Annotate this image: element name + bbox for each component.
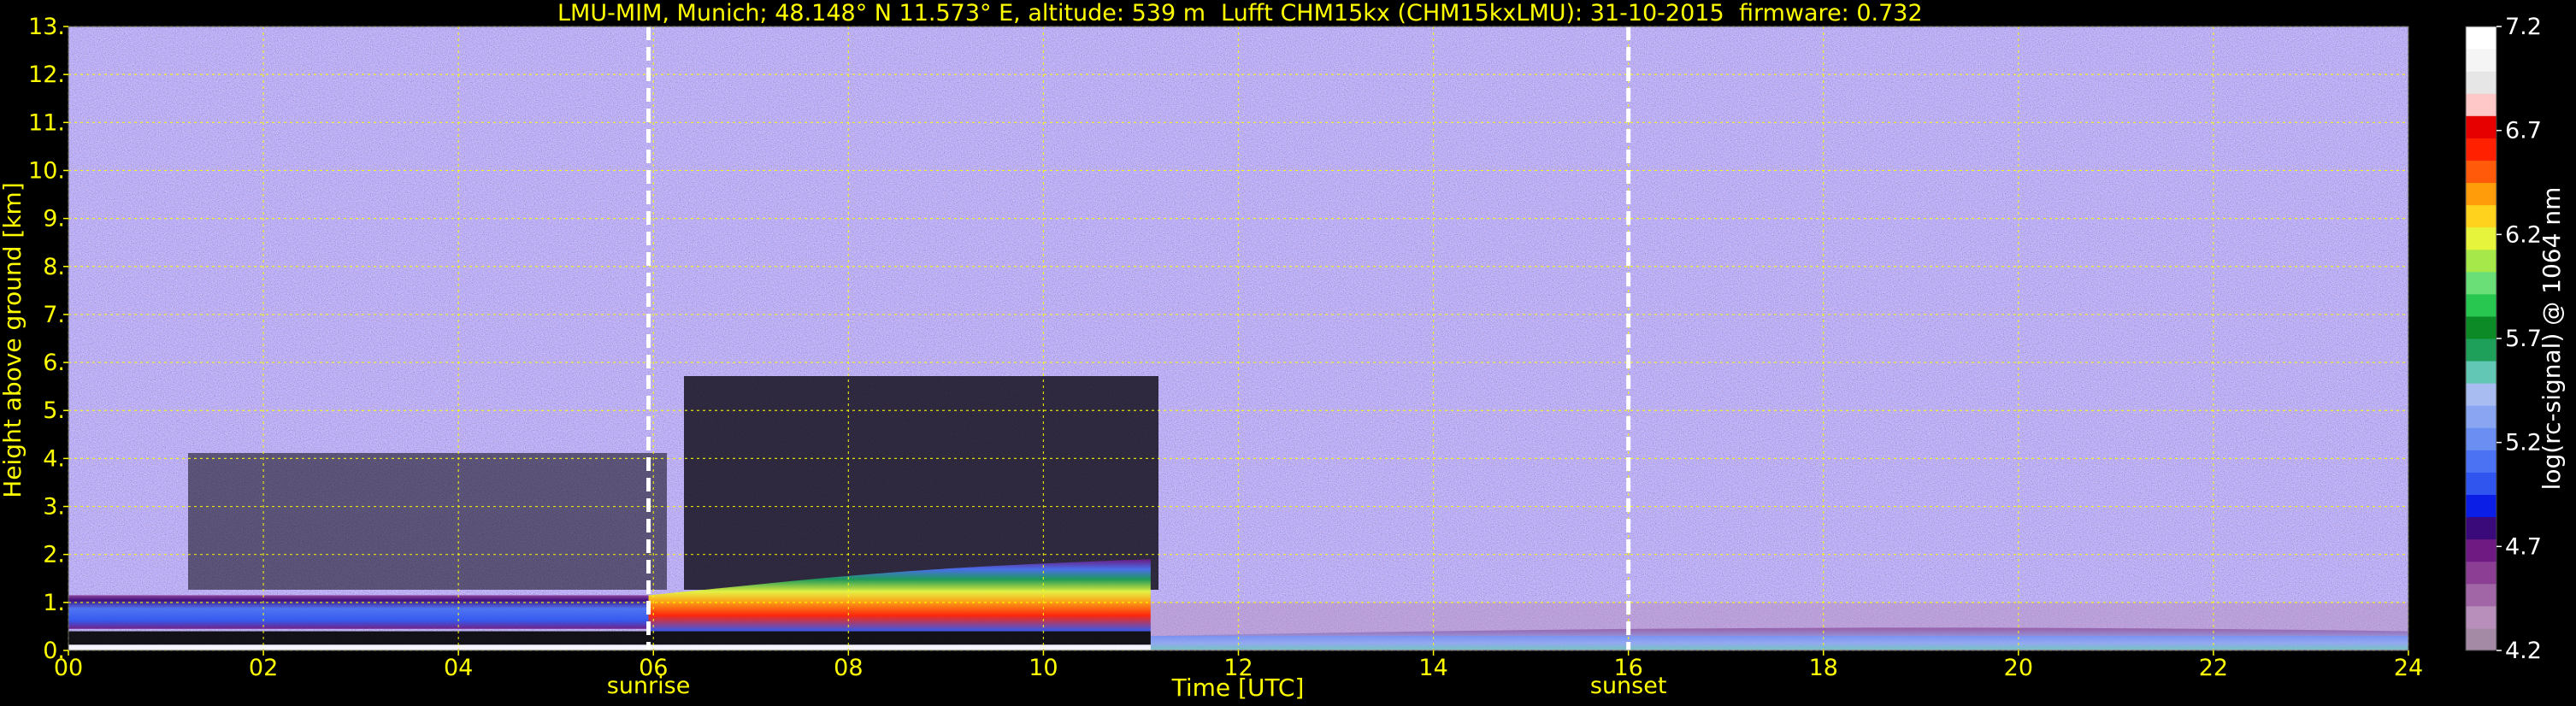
colorbar-cell xyxy=(2466,472,2496,495)
colorbar: 4.2 4.7 5.2 5.7 6.2 6.7 7.2 log(rc-signal) @ 1… xyxy=(2465,14,2566,664)
feature-0 xyxy=(68,595,649,629)
colorbar-cell xyxy=(2466,338,2496,362)
y-tick-label: 2. xyxy=(43,542,65,568)
x-tick-label: 14 xyxy=(1418,655,1447,681)
x-tick-label: 22 xyxy=(2199,655,2228,681)
feature-2-haze xyxy=(1150,602,2408,637)
colorbar-cell xyxy=(2466,427,2496,450)
near-ground-gap xyxy=(68,631,1151,645)
colorbar-label: log(rc-signal) @ 1064 nm xyxy=(2538,187,2566,491)
ceilometer-chart: sunrise sunset 00 02 04 06 08 10 12 14 16 18 20 22 24… xyxy=(0,0,2566,702)
colorbar-cell xyxy=(2466,361,2496,384)
colorbar-cell xyxy=(2466,450,2496,473)
x-tick-label: 02 xyxy=(249,655,278,681)
y-tick-label: 11. xyxy=(28,109,65,136)
colorbar-cell xyxy=(2466,271,2496,295)
colorbar-cell xyxy=(2466,93,2496,116)
chart-title-instrument: Lufft CHM15kx (CHM15kxLMU): 31-10-2015 xyxy=(1221,0,1724,26)
colorbar-cell xyxy=(2466,605,2496,629)
y-tick-label: 10. xyxy=(28,157,65,184)
y-tick-label: 0. xyxy=(43,638,65,664)
colorbar-cell xyxy=(2466,71,2496,94)
y-tick-label: 1. xyxy=(43,590,65,616)
x-tick-label: 06 xyxy=(639,655,668,681)
x-tick-label: 08 xyxy=(834,655,863,681)
colorbar-cell xyxy=(2466,583,2496,607)
colorbar-cell xyxy=(2466,383,2496,406)
colorbar-cell xyxy=(2466,182,2496,206)
colorbar-cell xyxy=(2466,405,2496,428)
y-tick-label: 5. xyxy=(43,397,65,424)
x-tick-label: 24 xyxy=(2394,655,2423,681)
x-tick-label: 10 xyxy=(1029,655,1058,681)
colorbar-tick-label: 6.7 xyxy=(2505,118,2542,144)
y-tick-label: 7. xyxy=(43,302,65,328)
colorbar-cell xyxy=(2466,160,2496,183)
colorbar-cell xyxy=(2466,138,2496,161)
chart-title-location: LMU-MIM, Munich; 48.148° N 11.573° E, al… xyxy=(557,0,1205,26)
y-axis-ticks: 0. 1. 2. 3. 4. 5. 6. 7. 8. 9. 10. 11. 12. 13. xyxy=(28,14,68,664)
y-axis-label: Height above ground [km] xyxy=(0,182,27,498)
colorbar-cell xyxy=(2466,227,2496,250)
colorbar-cell xyxy=(2466,538,2496,562)
x-tick-label: 04 xyxy=(444,655,473,681)
y-tick-label: 13. xyxy=(28,14,65,40)
y-tick-label: 12. xyxy=(28,62,65,88)
colorbar-cell xyxy=(2466,561,2496,585)
x-tick-label: 18 xyxy=(1809,655,1838,681)
y-tick-label: 6. xyxy=(43,350,65,376)
colorbar-cell xyxy=(2466,249,2496,273)
dark-signal-region-left xyxy=(188,453,667,590)
colorbar-cell xyxy=(2466,204,2496,228)
colorbar-cell xyxy=(2466,516,2496,540)
colorbar-tick-label: 5.2 xyxy=(2505,430,2542,456)
colorbar-tick-label: 6.2 xyxy=(2505,221,2542,248)
dark-signal-region xyxy=(684,376,1158,590)
colorbar-cell xyxy=(2466,627,2496,651)
x-tick-label: 16 xyxy=(1613,655,1642,681)
x-tick-label: 20 xyxy=(2004,655,2033,681)
colorbar-cell xyxy=(2466,293,2496,317)
chart-title-firmware: firmware: 0.732 xyxy=(1739,0,1923,26)
colorbar-cell xyxy=(2466,494,2496,518)
y-tick-label: 8. xyxy=(43,254,65,280)
colorbar-tick-label: 4.2 xyxy=(2505,638,2542,664)
colorbar-tick-label: 4.7 xyxy=(2505,533,2542,560)
colorbar-tick-label: 7.2 xyxy=(2505,14,2542,40)
colorbar-cell xyxy=(2466,315,2496,339)
y-tick-label: 9. xyxy=(43,206,65,232)
colorbar-tick-label: 5.7 xyxy=(2505,326,2542,352)
y-tick-label: 4. xyxy=(43,445,65,472)
colorbar-cell xyxy=(2466,115,2496,138)
y-tick-label: 3. xyxy=(43,494,65,521)
colorbar-cell xyxy=(2466,26,2496,50)
near-ground-strip xyxy=(68,644,1151,650)
colorbar-cell xyxy=(2466,49,2496,72)
x-axis-label: Time [UTC] xyxy=(1171,674,1305,702)
